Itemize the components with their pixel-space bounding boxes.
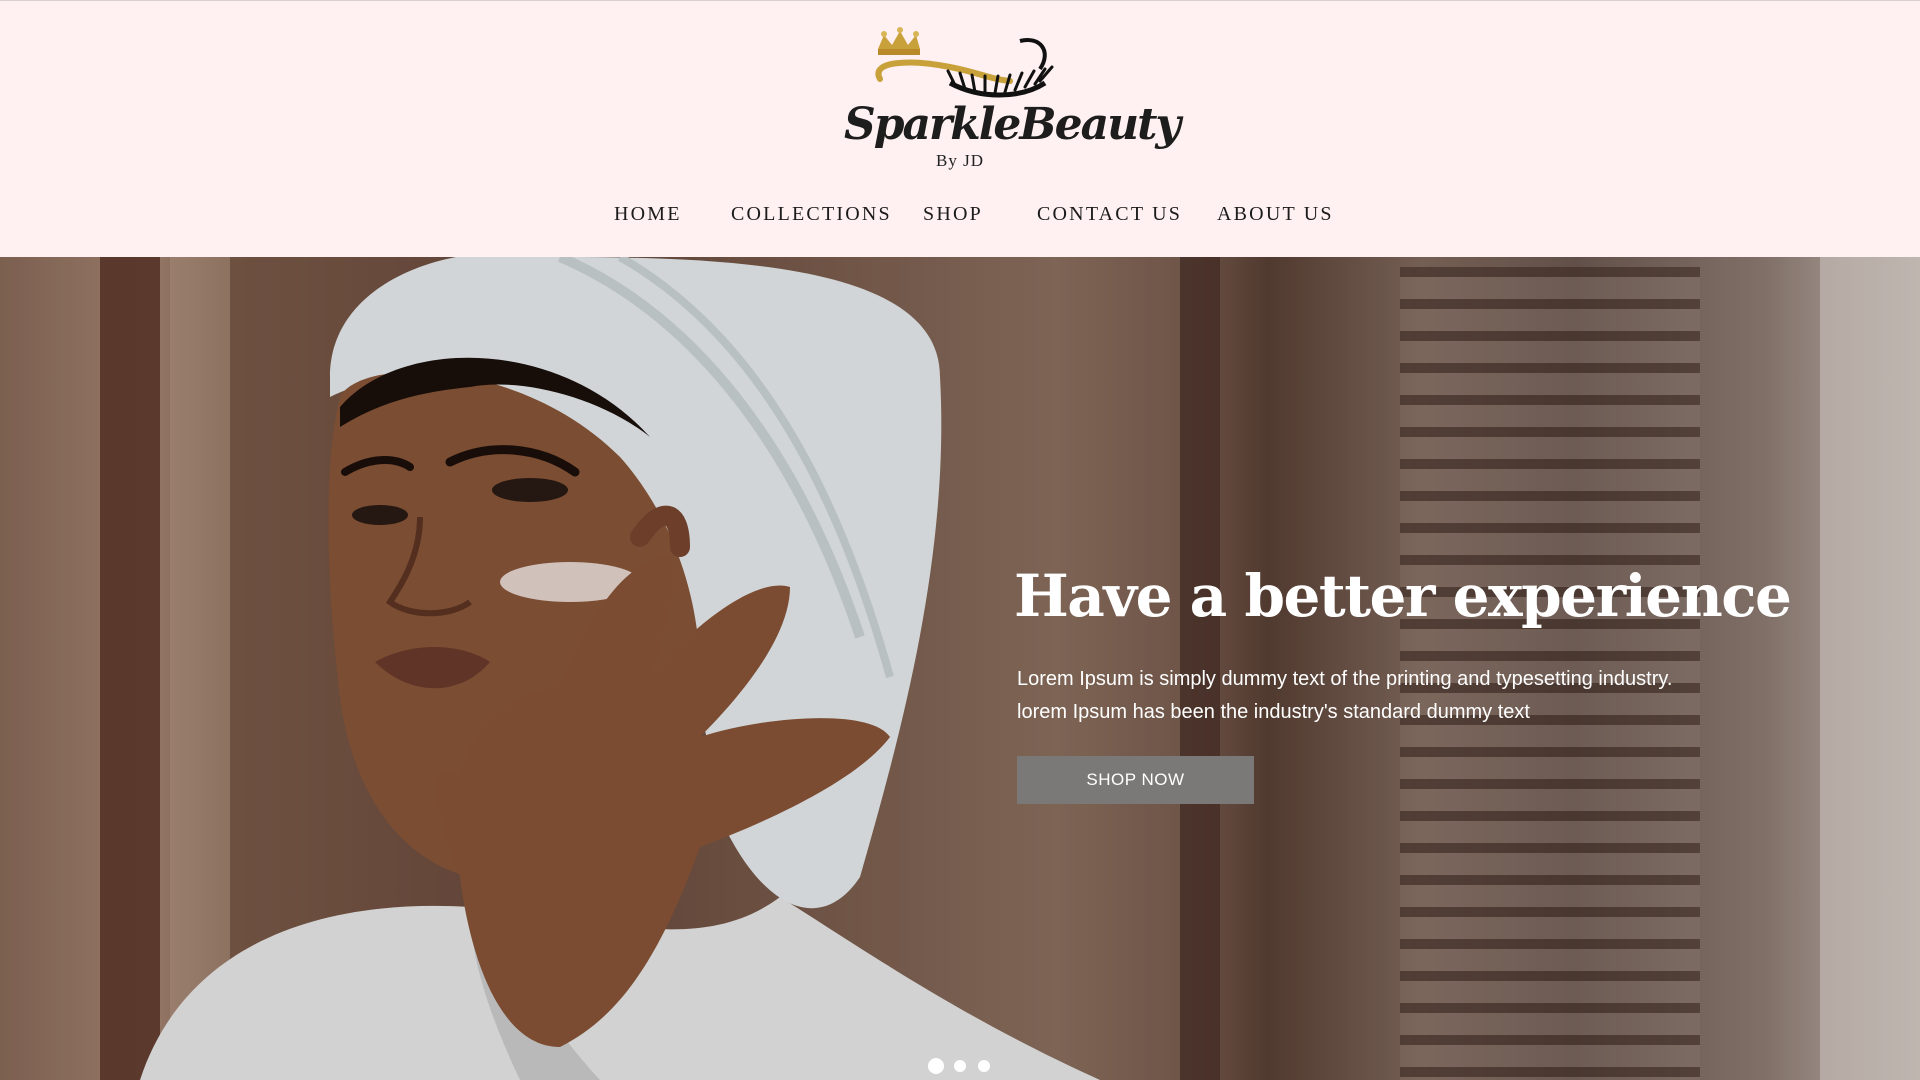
slider-dot-3[interactable] [978, 1060, 990, 1072]
hero-slider: Have a better experience Lorem Ipsum is … [0, 257, 1920, 1080]
slider-dot-2[interactable] [954, 1060, 966, 1072]
nav-item-collections[interactable]: COLLECTIONS [731, 203, 892, 226]
hero-description-line-2: lorem Ipsum has been the industry's stan… [1017, 701, 1530, 723]
slider-dot-1[interactable] [928, 1058, 944, 1074]
main-nav: HOME COLLECTIONS SHOP CONTACT US ABOUT U… [0, 203, 1920, 233]
nav-item-home[interactable]: HOME [614, 203, 682, 226]
hero-title: Have a better experience [1014, 562, 1792, 630]
brand-byline: By JD [936, 151, 984, 170]
brand-script-name: SparkleBeauty [844, 99, 1181, 150]
hero-description-line-1: Lorem Ipsum is simply dummy text of the … [1017, 668, 1673, 690]
slider-pagination [928, 1058, 992, 1074]
site-header: SparkleBeauty By JD HOME COLLECTIONS SHO… [0, 0, 1920, 257]
nav-item-contact-us[interactable]: CONTACT US [1037, 203, 1182, 226]
brand-logo[interactable]: SparkleBeauty By JD [840, 21, 1181, 176]
crown-icon [878, 27, 920, 55]
hero-description: Lorem Ipsum is simply dummy text of the … [1017, 663, 1737, 729]
shop-now-button[interactable]: SHOP NOW [1017, 756, 1254, 804]
nav-item-shop[interactable]: SHOP [923, 203, 983, 226]
nav-item-about-us[interactable]: ABOUT US [1217, 203, 1334, 226]
